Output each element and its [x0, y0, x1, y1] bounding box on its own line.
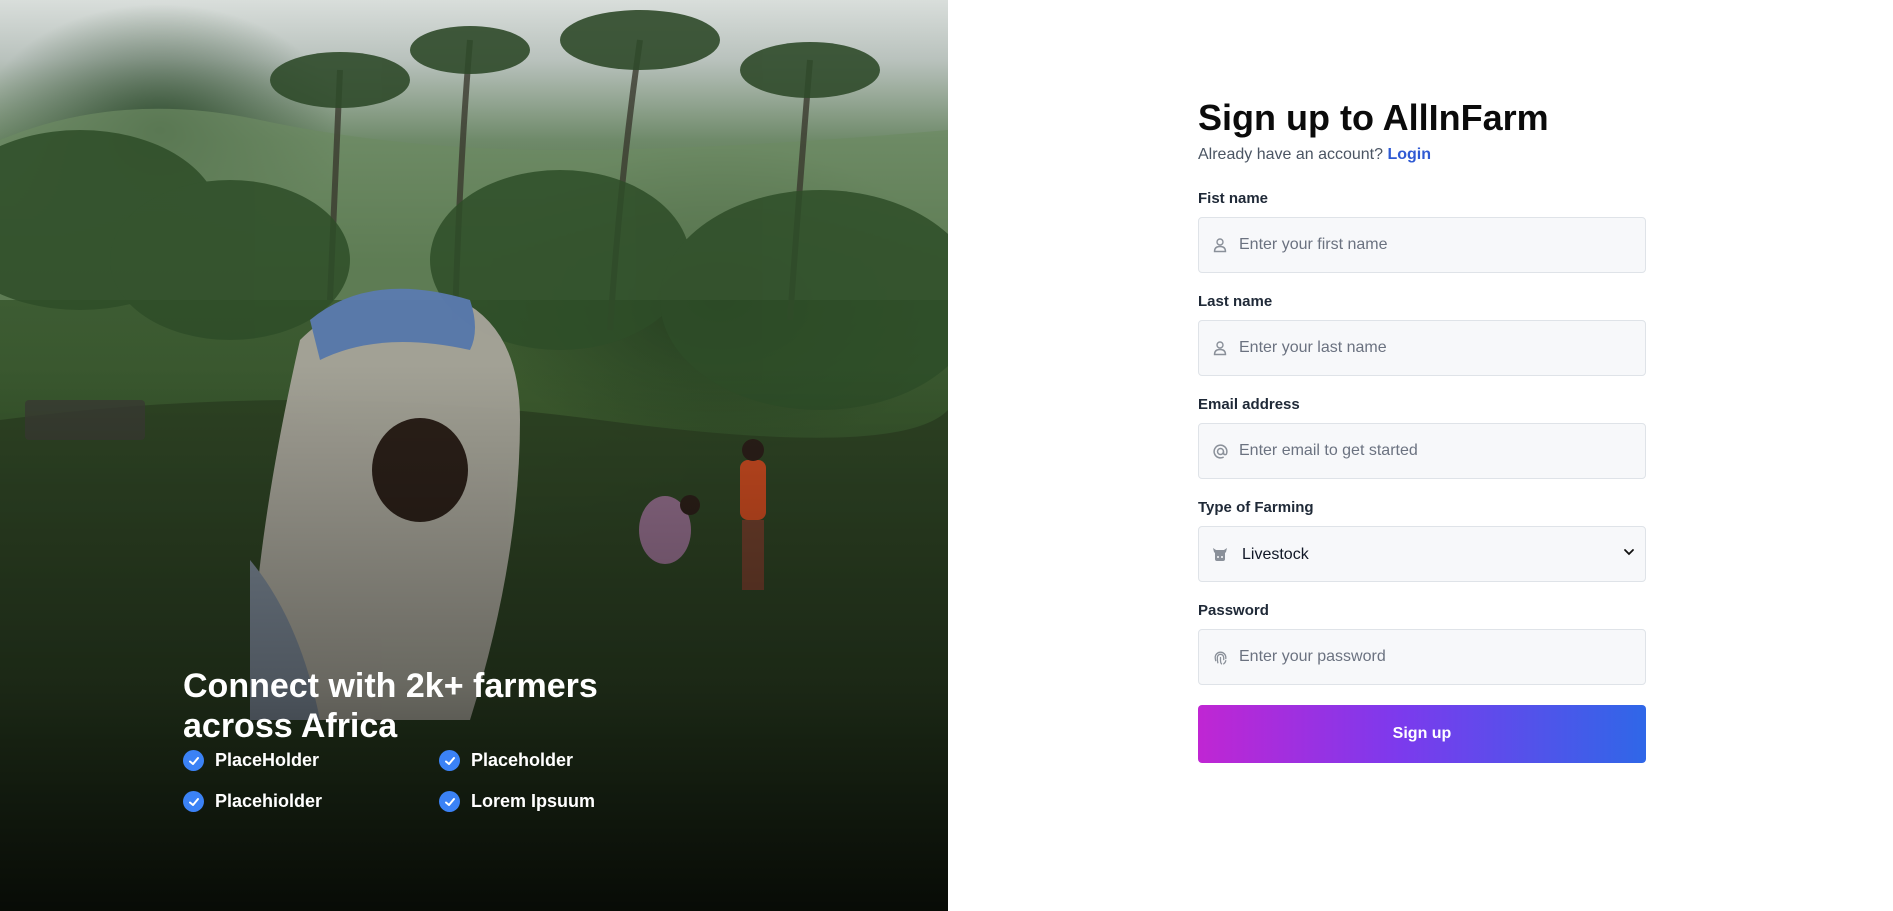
page-title: Sign up to AllInFarm — [1198, 97, 1549, 138]
first-name-label: Fist name — [1198, 190, 1269, 207]
check-circle-icon — [439, 750, 460, 771]
feature-label: Lorem Ipsuum — [471, 791, 596, 811]
farming-type-select[interactable]: Livestock — [1199, 527, 1645, 581]
feature-label: PlaceHolder — [215, 750, 320, 770]
hero-content: Connect with 2k+ farmers across Africa P… — [183, 666, 703, 812]
email-label: Email address — [1198, 396, 1300, 413]
first-name-field: Fist name — [1198, 190, 1646, 273]
feature-item: Lorem Ipsuum — [439, 791, 659, 812]
password-box — [1198, 629, 1646, 685]
hero-panel: Connect with 2k+ farmers across Africa P… — [0, 0, 948, 911]
login-prompt-text: Already have an account? — [1198, 146, 1384, 163]
last-name-label: Last name — [1198, 293, 1273, 310]
user-icon — [1211, 339, 1229, 357]
user-icon — [1211, 236, 1229, 254]
feature-label: Placehiolder — [215, 791, 323, 811]
farming-type-field: Type of Farming Livestock — [1198, 499, 1646, 582]
feature-item: Placeholder — [439, 750, 659, 771]
feature-list: PlaceHolder Placeholder Placehiolder Lor… — [183, 750, 703, 812]
hero-title: Connect with 2k+ farmers across Africa — [183, 667, 598, 745]
first-name-input[interactable] — [1199, 218, 1645, 272]
farming-type-label: Type of Farming — [1198, 499, 1314, 516]
email-box — [1198, 423, 1646, 479]
password-field: Password — [1198, 602, 1646, 685]
check-circle-icon — [183, 750, 204, 771]
last-name-box — [1198, 320, 1646, 376]
login-link[interactable]: Login — [1387, 146, 1431, 163]
last-name-field: Last name — [1198, 293, 1646, 376]
cow-icon — [1211, 545, 1229, 563]
signup-button[interactable]: Sign up — [1198, 705, 1646, 763]
feature-label: Placeholder — [471, 750, 574, 770]
password-input[interactable] — [1199, 630, 1645, 684]
email-field: Email address — [1198, 396, 1646, 479]
feature-item: PlaceHolder — [183, 750, 439, 771]
last-name-input[interactable] — [1199, 321, 1645, 375]
check-circle-icon — [183, 791, 204, 812]
login-prompt: Already have an account? Login — [1198, 146, 1646, 164]
check-circle-icon — [439, 791, 460, 812]
signup-form: Sign up to AllInFarm Already have an acc… — [1198, 96, 1646, 763]
password-label: Password — [1198, 602, 1269, 619]
first-name-box — [1198, 217, 1646, 273]
at-icon — [1211, 442, 1229, 460]
fingerprint-icon — [1211, 648, 1229, 666]
email-input[interactable] — [1199, 424, 1645, 478]
farming-type-box: Livestock — [1198, 526, 1646, 582]
feature-item: Placehiolder — [183, 791, 439, 812]
